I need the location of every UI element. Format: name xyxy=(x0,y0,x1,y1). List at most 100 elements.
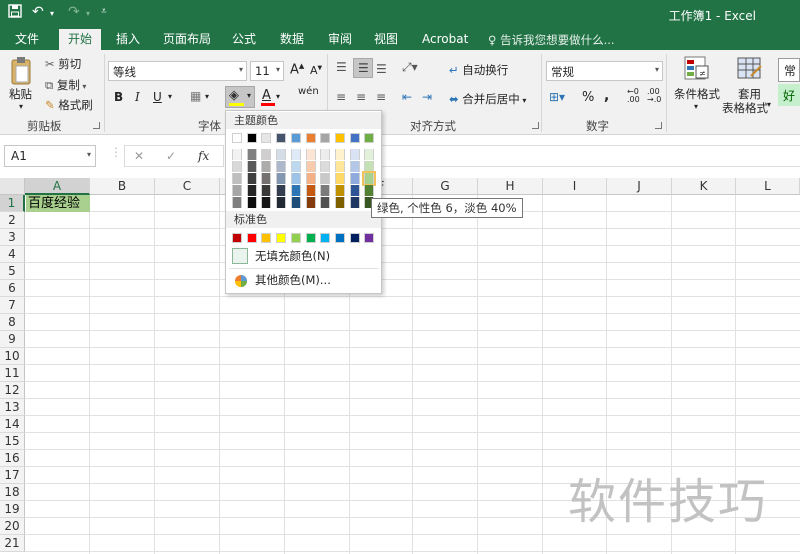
theme-shade-swatch[interactable] xyxy=(349,197,360,208)
theme-color-swatch[interactable] xyxy=(349,133,360,143)
theme-shade-swatch[interactable] xyxy=(305,173,316,184)
theme-color-swatch[interactable] xyxy=(246,133,257,143)
tab-data[interactable]: 数据 xyxy=(280,31,304,47)
increase-decimal-icon[interactable]: ←0.00 xyxy=(627,88,640,104)
accounting-format-icon[interactable]: ⊞▾ xyxy=(549,90,565,104)
underline-button[interactable]: U xyxy=(153,90,162,104)
merge-center-button[interactable]: ⬌ 合并后居中 ▾ xyxy=(449,91,526,107)
row-header-19[interactable]: 19 xyxy=(0,501,25,518)
font-name-combo[interactable]: 等线 ▾ xyxy=(108,61,247,81)
format-table-dropdown-icon[interactable]: ▾ xyxy=(767,100,771,109)
row-header-4[interactable]: 4 xyxy=(0,246,25,263)
row-header-2[interactable]: 2 xyxy=(0,212,25,229)
standard-color-swatch[interactable] xyxy=(349,233,360,243)
column-header-h[interactable]: H xyxy=(478,178,543,195)
theme-shade-swatch[interactable] xyxy=(276,161,287,172)
row-header-10[interactable]: 10 xyxy=(0,348,25,365)
column-header-i[interactable]: I xyxy=(543,178,607,195)
standard-color-swatch[interactable] xyxy=(290,233,301,243)
theme-shade-swatch[interactable] xyxy=(320,173,331,184)
theme-shade-swatch[interactable] xyxy=(364,149,375,160)
cell-a1[interactable]: 百度经验 xyxy=(26,195,90,212)
customize-toolbar-icon[interactable]: ⩡ xyxy=(101,6,107,17)
undo-icon[interactable]: ↶ xyxy=(32,4,44,20)
theme-shade-swatch[interactable] xyxy=(232,185,242,196)
theme-color-swatch[interactable] xyxy=(232,133,242,143)
theme-color-swatch[interactable] xyxy=(334,133,345,143)
shrink-font-button[interactable]: A▼ xyxy=(310,64,322,77)
theme-color-swatch[interactable] xyxy=(276,133,287,143)
tab-view[interactable]: 视图 xyxy=(374,31,398,47)
tab-formulas[interactable]: 公式 xyxy=(232,31,256,47)
row-header-13[interactable]: 13 xyxy=(0,399,25,416)
tab-file[interactable]: 文件 xyxy=(15,31,39,47)
theme-shade-swatch[interactable] xyxy=(334,185,345,196)
align-top-icon[interactable]: ☰ xyxy=(336,60,347,74)
row-header-1[interactable]: 1 xyxy=(0,195,25,212)
theme-shade-swatch[interactable] xyxy=(305,161,316,172)
decrease-decimal-icon[interactable]: .00 →.0 xyxy=(647,88,661,104)
theme-shade-swatch[interactable] xyxy=(349,173,360,184)
standard-color-swatch[interactable] xyxy=(276,233,287,243)
theme-shade-swatch[interactable] xyxy=(232,197,242,208)
column-header-a[interactable]: A xyxy=(25,178,90,195)
theme-shade-swatch[interactable] xyxy=(261,173,272,184)
undo-dropdown-icon[interactable]: ▾ xyxy=(50,9,54,18)
theme-shade-swatch[interactable] xyxy=(261,197,272,208)
save-icon[interactable] xyxy=(8,4,22,22)
theme-shade-swatch[interactable] xyxy=(334,161,345,172)
borders-icon[interactable]: ▦ xyxy=(190,89,201,103)
column-header-g[interactable]: G xyxy=(413,178,478,195)
row-header-5[interactable]: 5 xyxy=(0,263,25,280)
align-center-icon[interactable]: ≡ xyxy=(356,90,366,104)
theme-shade-swatch[interactable] xyxy=(305,185,316,196)
align-bottom-icon[interactable]: ☰ xyxy=(376,62,387,76)
theme-color-swatch[interactable] xyxy=(290,133,301,143)
clipboard-launcher-icon[interactable] xyxy=(93,122,100,129)
theme-shade-swatch[interactable] xyxy=(246,197,257,208)
theme-shade-swatch[interactable] xyxy=(290,173,301,184)
theme-shade-swatch[interactable] xyxy=(349,161,360,172)
borders-dropdown-icon[interactable]: ▾ xyxy=(205,92,209,101)
theme-shade-swatch[interactable] xyxy=(334,149,345,160)
align-right-icon[interactable]: ≡ xyxy=(376,90,386,104)
theme-shade-swatch[interactable] xyxy=(349,149,360,160)
cancel-icon[interactable]: ✕ xyxy=(134,149,144,163)
select-all-corner[interactable] xyxy=(0,178,25,195)
standard-color-swatch[interactable] xyxy=(232,233,242,243)
column-header-j[interactable]: J xyxy=(607,178,672,195)
theme-shade-swatch[interactable] xyxy=(305,149,316,160)
theme-shade-swatch[interactable] xyxy=(276,197,287,208)
column-header-b[interactable]: B xyxy=(90,178,155,195)
tab-insert[interactable]: 插入 xyxy=(116,31,140,47)
number-format-combo[interactable]: 常规 ▾ xyxy=(546,61,663,81)
no-fill-item[interactable]: 无填充颜色(N) xyxy=(229,245,379,267)
number-launcher-icon[interactable] xyxy=(655,122,662,129)
enter-icon[interactable]: ✓ xyxy=(166,149,176,163)
theme-shade-swatch[interactable] xyxy=(320,149,331,160)
row-header-12[interactable]: 12 xyxy=(0,382,25,399)
paste-dropdown-icon[interactable]: ▾ xyxy=(19,102,23,111)
conditional-format-dropdown-icon[interactable]: ▾ xyxy=(694,102,698,111)
theme-color-swatch[interactable] xyxy=(305,133,316,143)
theme-shade-swatch[interactable] xyxy=(261,149,272,160)
font-color-button[interactable]: A ▾ xyxy=(259,88,281,108)
theme-shade-swatch[interactable] xyxy=(290,197,301,208)
align-left-icon[interactable]: ≡ xyxy=(336,90,346,104)
standard-color-swatch[interactable] xyxy=(334,233,345,243)
font-size-combo[interactable]: 11 ▾ xyxy=(250,61,284,81)
redo-icon[interactable]: ↷ xyxy=(68,4,80,20)
theme-shade-swatch[interactable] xyxy=(232,173,242,184)
theme-shade-swatch[interactable] xyxy=(246,185,257,196)
theme-shade-swatch[interactable] xyxy=(362,171,377,186)
conditional-format-icon[interactable]: ≠ xyxy=(684,56,710,85)
theme-color-swatch[interactable] xyxy=(364,133,375,143)
underline-dropdown-icon[interactable]: ▾ xyxy=(168,92,172,101)
theme-shade-swatch[interactable] xyxy=(334,173,345,184)
align-middle-button[interactable]: ☰ xyxy=(353,58,373,78)
row-header-8[interactable]: 8 xyxy=(0,314,25,331)
standard-color-swatch[interactable] xyxy=(320,233,331,243)
tell-me-search[interactable]: ♀ 告诉我您想要做什么... xyxy=(488,32,615,48)
theme-shade-swatch[interactable] xyxy=(290,149,301,160)
column-header-k[interactable]: K xyxy=(672,178,736,195)
